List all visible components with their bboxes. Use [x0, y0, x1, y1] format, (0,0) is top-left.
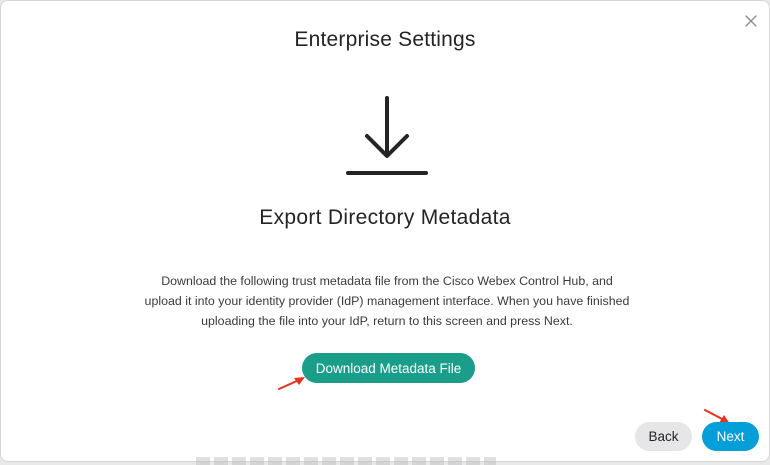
download-icon — [345, 95, 429, 177]
step-heading: Export Directory Metadata — [259, 206, 511, 229]
back-button[interactable]: Back — [635, 422, 692, 451]
background-text-fragment — [196, 457, 496, 465]
enterprise-settings-modal: Enterprise Settings Export Directory Met… — [0, 0, 770, 462]
download-metadata-button[interactable]: Download Metadata File — [302, 353, 475, 383]
red-pointer-arrow-icon — [277, 375, 307, 391]
close-icon[interactable] — [743, 13, 759, 29]
next-button[interactable]: Next — [702, 422, 759, 451]
modal-title: Enterprise Settings — [294, 28, 476, 51]
instructions-text: Download the following trust metadata fi… — [144, 274, 630, 328]
